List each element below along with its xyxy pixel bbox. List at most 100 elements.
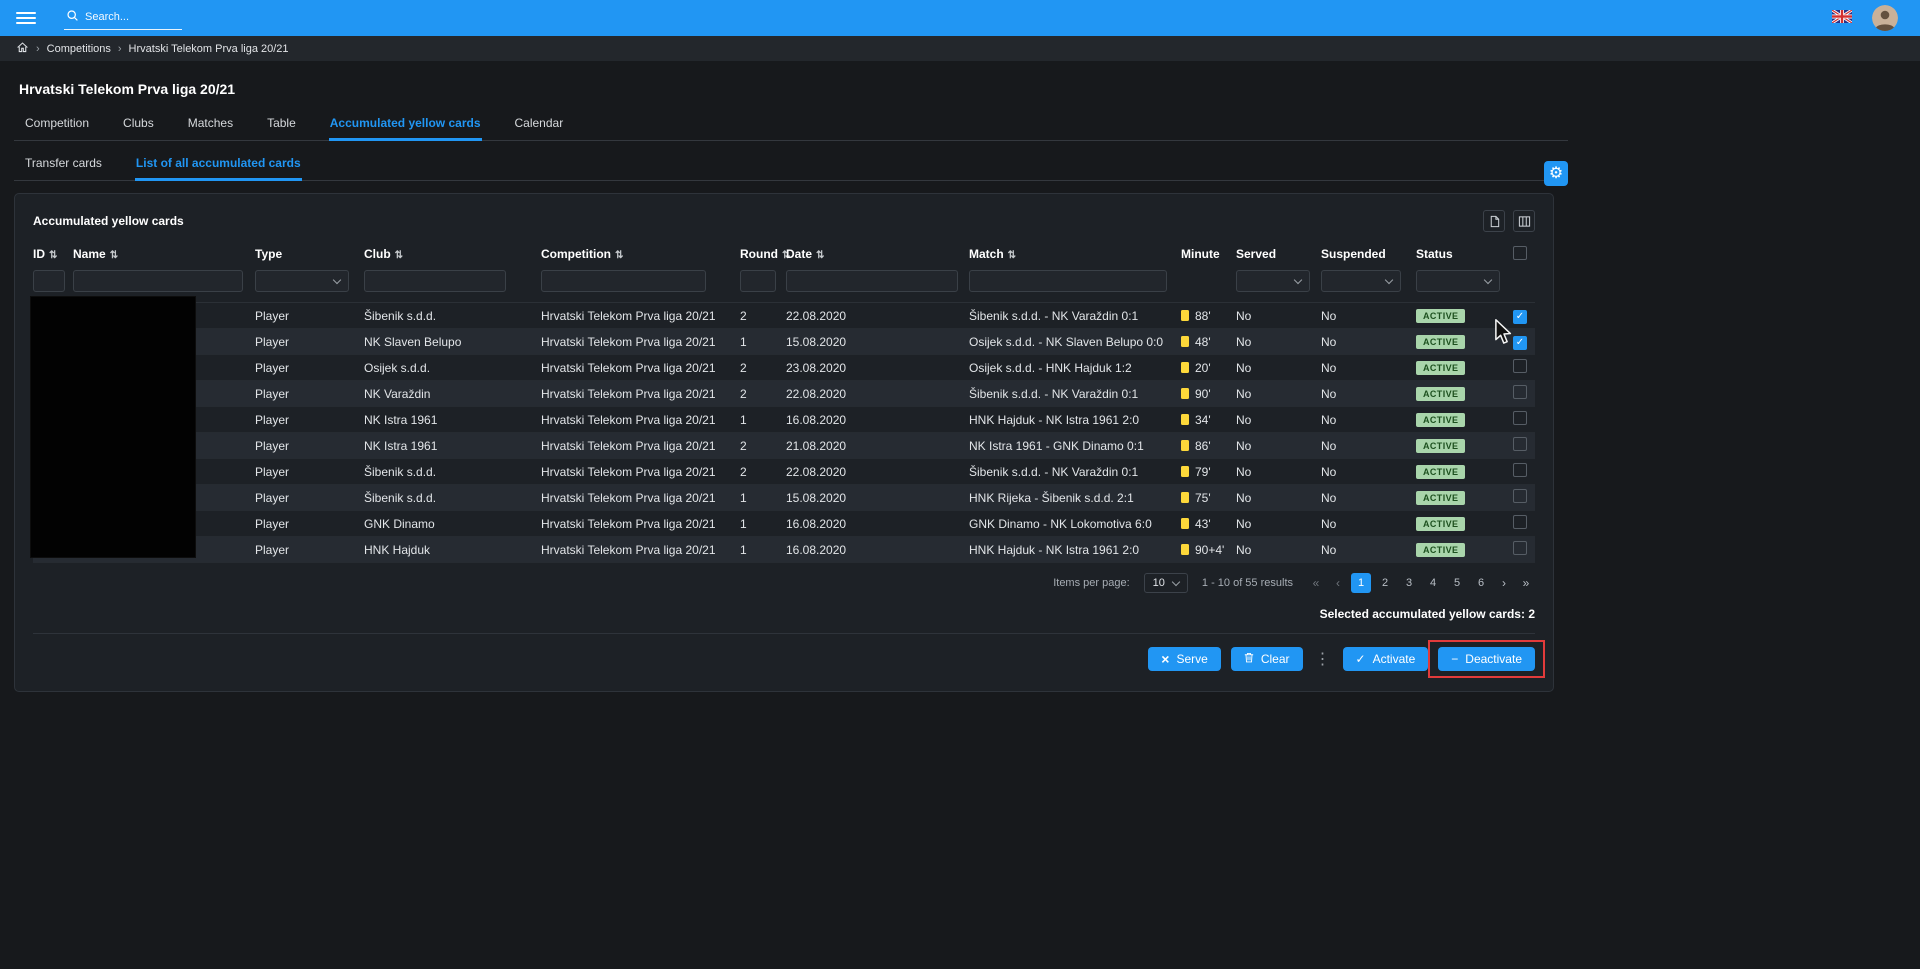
filter-id-input[interactable] [33,270,65,292]
filter-served-select[interactable] [1236,270,1310,292]
cell-status: ACTIVE [1416,438,1509,453]
cell-competition: Hrvatski Telekom Prva liga 20/21 [541,309,740,323]
filter-match-input[interactable] [969,270,1167,292]
tab-accumulated-yellow-cards[interactable]: Accumulated yellow cards [329,111,482,141]
language-flag-icon[interactable] [1832,10,1852,26]
cell-club: NK Istra 1961 [364,439,541,453]
column-header-round[interactable]: Round⇅ [740,247,786,261]
search-input[interactable] [85,11,180,23]
row-checkbox[interactable] [1513,463,1527,477]
cell-status: ACTIVE [1416,516,1509,531]
last-page-button[interactable]: » [1517,576,1535,590]
file-icon [1488,215,1501,228]
table-row[interactable]: Player Osijek s.d.d. Hrvatski Telekom Pr… [33,355,1535,381]
breadcrumb-current: Hrvatski Telekom Prva liga 20/21 [129,43,289,55]
pagination-controls: « ‹ 123456 › » [1307,573,1535,593]
column-header-id[interactable]: ID⇅ [33,247,73,261]
cell-suspended: No [1321,335,1416,349]
home-icon[interactable] [16,41,29,57]
items-per-page-select[interactable]: 10 [1144,573,1188,593]
filter-status-select[interactable] [1416,270,1500,292]
subtab-transfer-cards[interactable]: Transfer cards [24,151,103,181]
row-checkbox[interactable] [1513,437,1527,451]
settings-gear-button[interactable]: ⚙ [1544,161,1568,186]
cell-date: 16.08.2020 [786,543,969,557]
page-button-1[interactable]: 1 [1351,573,1371,593]
cell-select [1509,541,1535,558]
column-header-type[interactable]: Type [255,247,364,261]
filter-club-input[interactable] [364,270,506,292]
cell-status: ACTIVE [1416,490,1509,505]
tab-competition[interactable]: Competition [24,111,90,141]
row-checkbox[interactable] [1513,336,1527,350]
chevron-down-icon [333,275,341,283]
accumulated-yellow-cards-table: ID⇅ Name⇅ Type Club⇅ Competition⇅ Round⇅… [33,244,1535,563]
tab-table[interactable]: Table [266,111,297,141]
filter-type-select[interactable] [255,270,349,292]
cell-suspended: No [1321,413,1416,427]
row-checkbox[interactable] [1513,541,1527,555]
filter-competition-input[interactable] [541,270,706,292]
menu-icon[interactable] [16,12,36,24]
row-checkbox[interactable] [1513,310,1527,324]
cell-match: HNK Rijeka - Šibenik s.d.d. 2:1 [969,491,1181,505]
page-button-4[interactable]: 4 [1423,573,1443,593]
column-header-name[interactable]: Name⇅ [73,247,255,261]
export-file-button[interactable] [1483,210,1505,232]
deactivate-button[interactable]: − Deactivate [1438,647,1535,671]
cell-status: ACTIVE [1416,360,1509,375]
page-button-6[interactable]: 6 [1471,573,1491,593]
cell-select [1509,385,1535,402]
cell-status: ACTIVE [1416,386,1509,401]
row-checkbox[interactable] [1513,359,1527,373]
table-row[interactable]: Player Šibenik s.d.d. Hrvatski Telekom P… [33,485,1535,511]
table-row[interactable]: Player HNK Hajduk Hrvatski Telekom Prva … [33,537,1535,563]
sort-icon: ⇅ [49,250,57,261]
more-actions-icon[interactable]: ⋮ [1315,649,1331,669]
tab-calendar[interactable]: Calendar [514,111,565,141]
table-row[interactable]: Player GNK Dinamo Hrvatski Telekom Prva … [33,511,1535,537]
page-button-2[interactable]: 2 [1375,573,1395,593]
filter-round-input[interactable] [740,270,776,292]
column-header-competition[interactable]: Competition⇅ [541,247,740,261]
cell-minute: 79' [1181,465,1236,479]
row-checkbox[interactable] [1513,411,1527,425]
table-row[interactable]: Player NK Slaven Belupo Hrvatski Telekom… [33,329,1535,355]
breadcrumb-competitions[interactable]: Competitions [47,43,111,55]
cell-select [1509,411,1535,428]
subtab-list-of-all-accumulated-cards[interactable]: List of all accumulated cards [135,151,302,181]
serve-button[interactable]: × Serve [1148,647,1221,671]
table-row[interactable]: Player NK Istra 1961 Hrvatski Telekom Pr… [33,407,1535,433]
page-button-5[interactable]: 5 [1447,573,1467,593]
tab-clubs[interactable]: Clubs [122,111,155,141]
table-row[interactable]: Player NK Istra 1961 Hrvatski Telekom Pr… [33,433,1535,459]
activate-button[interactable]: ✓ Activate [1343,647,1429,671]
filter-date-input[interactable] [786,270,958,292]
column-header-match[interactable]: Match⇅ [969,247,1181,261]
cell-date: 22.08.2020 [786,309,969,323]
column-header-club[interactable]: Club⇅ [364,247,541,261]
global-search[interactable] [64,7,182,30]
sort-icon: ⇅ [1008,250,1016,261]
select-all-checkbox[interactable] [1513,246,1527,260]
row-checkbox[interactable] [1513,385,1527,399]
first-page-button[interactable]: « [1307,576,1325,590]
clear-button[interactable]: Clear [1231,647,1303,671]
filter-name-input[interactable] [73,270,243,292]
table-row[interactable]: Player NK Varaždin Hrvatski Telekom Prva… [33,381,1535,407]
prev-page-button[interactable]: ‹ [1329,576,1347,590]
row-checkbox[interactable] [1513,489,1527,503]
column-header-date[interactable]: Date⇅ [786,247,969,261]
user-avatar[interactable] [1872,5,1898,31]
search-icon [66,9,79,25]
cell-type: Player [255,335,364,349]
filter-suspended-select[interactable] [1321,270,1401,292]
column-settings-button[interactable] [1513,210,1535,232]
table-row[interactable]: Player Šibenik s.d.d. Hrvatski Telekom P… [33,459,1535,485]
next-page-button[interactable]: › [1495,576,1513,590]
tab-matches[interactable]: Matches [187,111,234,141]
page-button-3[interactable]: 3 [1399,573,1419,593]
table-row[interactable]: Player Šibenik s.d.d. Hrvatski Telekom P… [33,303,1535,329]
cell-type: Player [255,465,364,479]
row-checkbox[interactable] [1513,515,1527,529]
